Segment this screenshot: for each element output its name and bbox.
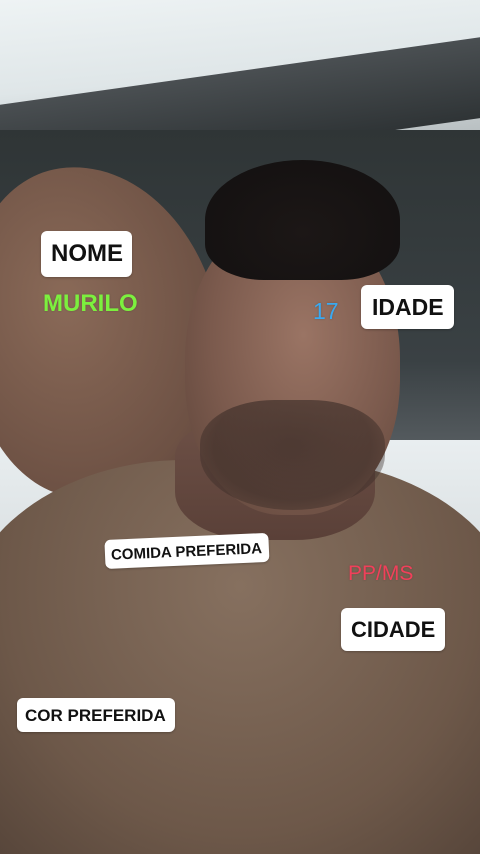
cidade-label[interactable]: CIDADE — [341, 608, 446, 651]
hair — [205, 160, 400, 280]
idade-value[interactable]: 17 — [313, 300, 339, 323]
nome-value[interactable]: MURILO — [43, 292, 138, 316]
idade-label[interactable]: IDADE — [361, 285, 454, 329]
nome-label[interactable]: NOME — [41, 231, 132, 277]
beard — [200, 400, 385, 510]
cor-preferida-label[interactable]: COR PREFERIDA — [17, 698, 175, 732]
story-canvas: NOME MURILO 17 IDADE COMIDA PREFERIDA PP… — [0, 0, 480, 854]
cidade-value[interactable]: PP/MS — [348, 563, 413, 584]
